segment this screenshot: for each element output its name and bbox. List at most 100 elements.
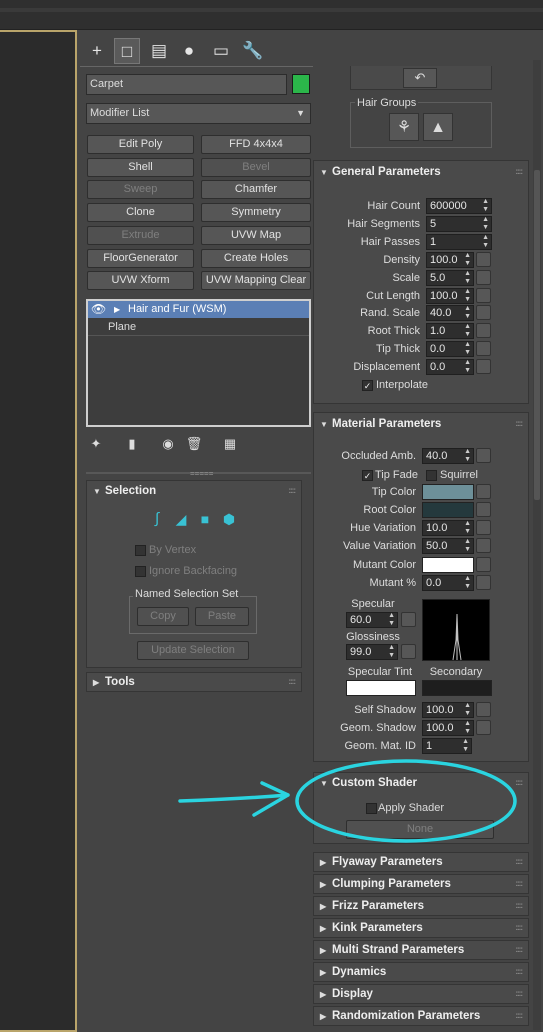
geom-shadow-spinner[interactable]: 100.0 ▲ ▼ [422,720,474,736]
collapsed-rollout[interactable]: ▶ Frizz Parameters:::: [313,896,529,916]
ignore-backfacing-checkbox[interactable] [135,566,146,577]
rollout-header[interactable]: ▶ Display:::: [314,984,528,1004]
modifier-button[interactable]: UVW Mapping Clear [201,271,311,291]
param-map-button[interactable] [476,287,491,303]
spinner-arrows-icon[interactable]: ▲ ▼ [464,448,471,464]
spinner-arrows-icon[interactable]: ▲ ▼ [464,341,471,357]
spinner-arrows-icon[interactable]: ▲ ▼ [464,538,471,554]
tip-fade-checkbox[interactable]: ✓ [362,470,373,481]
hair-group-preset-icon[interactable]: ⚘ [389,113,419,141]
modifier-button[interactable]: Edit Poly [87,135,194,154]
face-icon[interactable]: ◢ [171,509,191,529]
spinner-arrows-icon[interactable]: ▲ ▼ [464,323,471,339]
hair-group-preset-2-icon[interactable]: ▲ [423,113,453,141]
panel-scrollbar[interactable] [533,60,541,1030]
utilities-tab-wrench-icon[interactable]: 🔧 [240,38,266,64]
tip-color-swatch[interactable] [422,484,474,500]
mutant-pct-spinner[interactable]: 0.0 ▲ ▼ [422,575,474,591]
collapsed-rollout[interactable]: ▶ Dynamics:::: [313,962,529,982]
spinner-arrows-icon[interactable]: ▲ ▼ [482,198,489,214]
self-shadow-map-button[interactable] [476,702,491,717]
param-spinner[interactable]: 5 ▲ ▼ [426,215,492,232]
rollout-header[interactable]: ▶ Frizz Parameters:::: [314,896,528,916]
param-map-button[interactable] [476,359,491,375]
interpolate-checkbox[interactable]: ✓ [362,380,373,391]
spinner-arrows-icon[interactable]: ▲ ▼ [388,612,395,628]
root-color-map-button[interactable] [476,502,491,517]
eye-icon[interactable]: 👁 [91,301,106,318]
modifier-button[interactable]: Extrude [87,225,194,245]
collapsed-rollout[interactable]: ▶ Display:::: [313,984,529,1004]
specular-tint-swatch[interactable] [346,680,416,696]
remove-modifier-trash-icon[interactable]: 🗑 [184,434,204,454]
collapsed-rollout[interactable]: ▶ Multi Strand Parameters:::: [313,940,529,960]
param-spinner[interactable]: 0.0 ▲ ▼ [426,359,474,376]
param-spinner[interactable]: 100.0 ▲ ▼ [426,287,474,304]
general-parameters-header[interactable]: ▼ General Parameters :::: [314,162,528,182]
update-selection-button[interactable]: Update Selection [137,641,249,660]
by-vertex-checkbox[interactable] [135,545,146,556]
stack-item-hair-and-fur[interactable]: 👁 ▶ Hair and Fur (WSM) [88,301,309,318]
value-variation-map-button[interactable] [476,538,491,553]
spinner-arrows-icon[interactable]: ▲ ▼ [464,288,471,304]
param-spinner[interactable]: 5.0 ▲ ▼ [426,269,474,286]
param-spinner[interactable]: 600000 ▲ ▼ [426,198,492,214]
spinner-arrows-icon[interactable]: ▲ ▼ [464,270,471,286]
modifier-button[interactable]: FFD 4x4x4 [201,135,311,154]
tools-rollout[interactable]: ▶ Tools :::: [86,672,302,692]
paste-button[interactable]: Paste [195,607,249,626]
expand-arrow-icon[interactable]: ▶ [114,301,120,318]
rollout-header[interactable]: ▶ Kink Parameters:::: [314,918,528,938]
modifier-button[interactable]: Symmetry [201,203,311,223]
selection-rollout-header[interactable]: ▼ Selection :::: [87,481,301,501]
motion-tab-icon[interactable]: ● [176,38,202,64]
geom-shadow-map-button[interactable] [476,720,491,735]
occluded-amb-map-button[interactable] [476,448,491,463]
spinner-arrows-icon[interactable]: ▲ ▼ [482,234,489,250]
modifier-button[interactable]: Shell [87,157,194,177]
modifier-button[interactable]: Sweep [87,180,194,200]
param-spinner[interactable]: 0.0 ▲ ▼ [426,341,474,358]
occluded-amb-spinner[interactable]: 40.0 ▲ ▼ [422,448,474,464]
hue-variation-map-button[interactable] [476,520,491,535]
modifier-button[interactable]: UVW Map [201,225,311,245]
copy-button[interactable]: Copy [137,607,189,626]
param-map-button[interactable] [476,305,491,321]
modifier-button[interactable]: Create Holes [201,248,311,268]
modifier-button[interactable]: Bevel [201,157,311,177]
specular-spinner[interactable]: 60.0 ▲ ▼ [346,612,398,628]
modifier-button[interactable]: Clone [87,203,194,223]
spinner-arrows-icon[interactable]: ▲ ▼ [464,702,471,718]
rollout-header[interactable]: ▶ Randomization Parameters:::: [314,1006,528,1026]
undo-style-icon[interactable]: ↶ [403,68,437,88]
secondary-swatch[interactable] [422,680,492,696]
rollout-header[interactable]: ▶ Multi Strand Parameters:::: [314,940,528,960]
rollout-header[interactable]: ▶ Clumping Parameters:::: [314,874,528,894]
param-map-button[interactable] [476,269,491,285]
display-tab-icon[interactable]: ▭ [208,38,234,64]
modifier-button[interactable]: UVW Xform [87,271,194,291]
element-icon[interactable]: ⬢ [219,509,239,529]
material-parameters-header[interactable]: ▼ Material Parameters :::: [314,414,528,434]
pin-stack-icon[interactable]: ✦ [86,434,106,454]
make-unique-icon[interactable]: ◉ [158,434,178,454]
squirrel-checkbox[interactable] [426,470,437,481]
collapsed-rollout[interactable]: ▶ Randomization Parameters:::: [313,1006,529,1026]
create-tab-plus-icon[interactable]: + [84,38,110,64]
object-color-swatch[interactable] [292,74,310,94]
hierarchy-tab-icon[interactable]: ▤ [146,38,172,64]
geom-mat-id-spinner[interactable]: 1 ▲ ▼ [422,738,472,754]
polygon-icon[interactable]: ■ [195,509,215,529]
rollout-header[interactable]: ▶ Dynamics:::: [314,962,528,982]
param-spinner[interactable]: 100.0 ▲ ▼ [426,251,474,268]
viewport-edge[interactable] [0,30,77,1032]
spinner-arrows-icon[interactable]: ▲ ▼ [464,305,471,321]
modifier-button[interactable]: FloorGenerator [87,248,194,268]
param-map-button[interactable] [476,323,491,339]
tip-color-map-button[interactable] [476,484,491,499]
param-map-button[interactable] [476,341,491,357]
modify-tab-icon[interactable]: □ [114,38,140,64]
spinner-arrows-icon[interactable]: ▲ ▼ [464,252,471,268]
spinner-arrows-icon[interactable]: ▲ ▼ [464,359,471,375]
collapsed-rollout[interactable]: ▶ Clumping Parameters:::: [313,874,529,894]
